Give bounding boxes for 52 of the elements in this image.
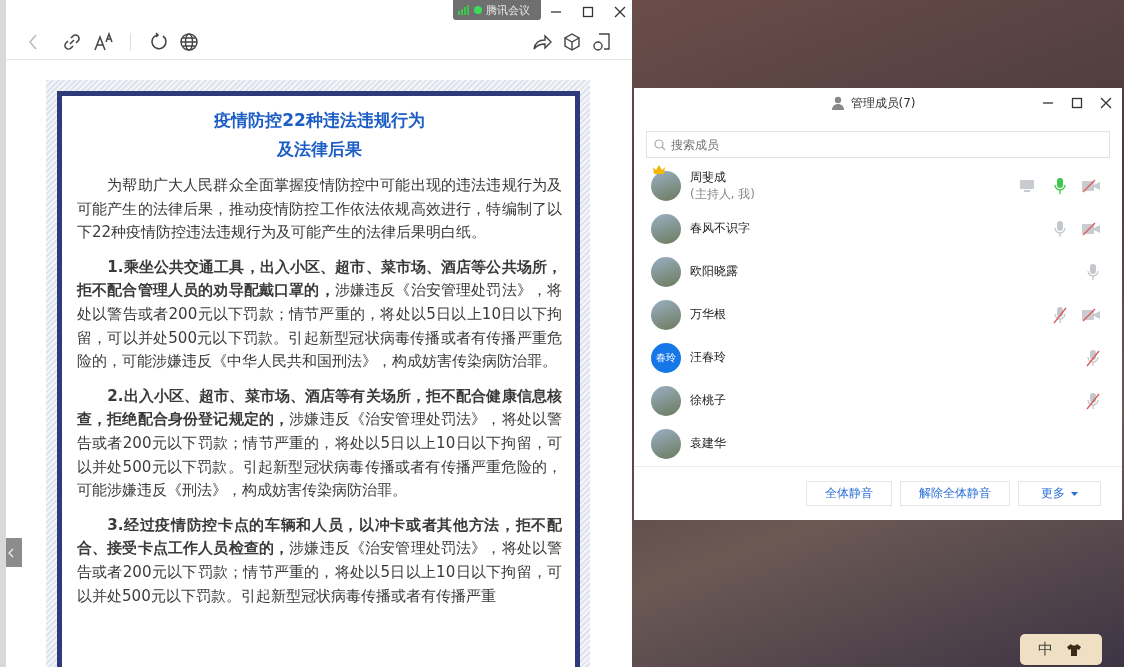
document-paragraph: 1.乘坐公共交通工具，出入小区、超市、菜市场、酒店等公共场所，拒不配合管理人员的劝导配戴口罩的，涉嫌违反《治安管理处罚法》，将处以警告或者200元以下罚款；情节严重的，将处以5日以上10日以下拘留，可以并处500元以下罚款。引起新型冠状病毒传播或者有传播严重危险的，可能涉嫌违反《中华人民共和国刑法》，构成妨害传染病防治罪。 <box>77 256 562 373</box>
link-icon[interactable] <box>62 31 82 52</box>
muted-microphone-icon[interactable] <box>1086 348 1100 367</box>
member-name: 徐桃子 <box>690 392 726 409</box>
shirt-icon <box>1067 643 1081 656</box>
camera-off-icon[interactable] <box>1082 221 1100 236</box>
muted-microphone-icon[interactable] <box>1053 305 1067 324</box>
mute-action-button[interactable]: 解除全体静音 <box>900 481 1010 506</box>
close-icon[interactable] <box>614 6 626 18</box>
member-name: 欧阳晓露 <box>690 263 738 280</box>
status-dot-icon <box>474 6 482 14</box>
font-size-icon[interactable] <box>94 31 114 52</box>
search-icon <box>654 139 666 151</box>
member-name: 万华根 <box>690 306 726 323</box>
document-title: 及法律后果 <box>276 137 363 161</box>
device-icon[interactable] <box>592 31 612 52</box>
refresh-icon[interactable] <box>149 31 169 52</box>
mute-action-button[interactable]: 全体静音 <box>806 481 892 506</box>
search-field[interactable]: 搜索成员 <box>646 131 1110 158</box>
member-name: 汪春玲 <box>690 349 726 366</box>
camera-off-icon[interactable] <box>1082 307 1100 322</box>
avatar-photo-placeholder <box>651 299 681 330</box>
maximize-icon[interactable] <box>1071 97 1083 109</box>
document-paragraph: 3.经过疫情防控卡点的车辆和人员，以冲卡或者其他方法，拒不配合、接受卡点工作人员检查的，涉嫌违反《治安管理处罚法》，将处以警告或者200元以下罚款；情节严重的，将处以5日以上10日以下拘留，可以并处500元以下罚款。引起新型冠状病毒传播或者有传播严重 <box>77 514 562 607</box>
cube-icon[interactable] <box>562 31 582 52</box>
avatar-photo-placeholder <box>651 170 681 201</box>
signal-icon <box>458 5 470 15</box>
meeting-badge[interactable]: 腾讯会议 <box>453 0 541 20</box>
member-name: 春风不识字 <box>690 220 750 237</box>
document-paragraph: 为帮助广大人民群众全面掌握疫情防控中可能出现的违法违规行为及可能产生的法律后果，推动疫情防控工作依法依规高效进行，特编制了以下22种疫情防控违法违规行为及可能产生的法律后果明白纸。 <box>77 175 562 244</box>
avatar-initials: 春玲 <box>651 342 681 373</box>
member-name: 周斐成 <box>690 168 727 186</box>
maximize-icon[interactable] <box>582 6 594 18</box>
avatar-photo-placeholder <box>651 385 681 416</box>
panel-title: 管理成员(7) <box>850 94 916 112</box>
member-role: (主持人, 我) <box>690 185 755 203</box>
member-name: 袁建华 <box>690 435 726 452</box>
avatar-photo-placeholder <box>651 428 681 459</box>
globe-icon[interactable] <box>179 31 199 52</box>
microphone-icon[interactable] <box>1053 176 1067 195</box>
person-icon <box>830 96 845 110</box>
chevron-left-icon <box>8 547 14 558</box>
muted-microphone-icon[interactable] <box>1086 391 1100 410</box>
avatar-photo-placeholder <box>651 256 681 287</box>
close-icon[interactable] <box>1100 97 1112 109</box>
document-paragraph: 2.出入小区、超市、菜市场、酒店等有关场所，拒不配合健康信息核查，拒绝配合身份登记规定的，涉嫌违反《治安管理处罚法》，将处以警告或者200元以下罚款；情节严重的，将处以5日以上10日以下拘留，可以并处500元以下罚款。引起新型冠状病毒传播或者有传播严重危险的，可能涉嫌违反《刑法》，构成妨害传染病防治罪。 <box>77 385 562 502</box>
more-button[interactable]: 更多 <box>1018 481 1101 506</box>
camera-off-icon[interactable] <box>1082 178 1100 193</box>
input-method-tag[interactable]: 中 <box>1020 634 1102 665</box>
document-title: 疫情防控22种违法违规行为 <box>213 109 426 132</box>
caret-icon <box>1071 491 1078 496</box>
avatar-photo-placeholder <box>651 213 681 244</box>
